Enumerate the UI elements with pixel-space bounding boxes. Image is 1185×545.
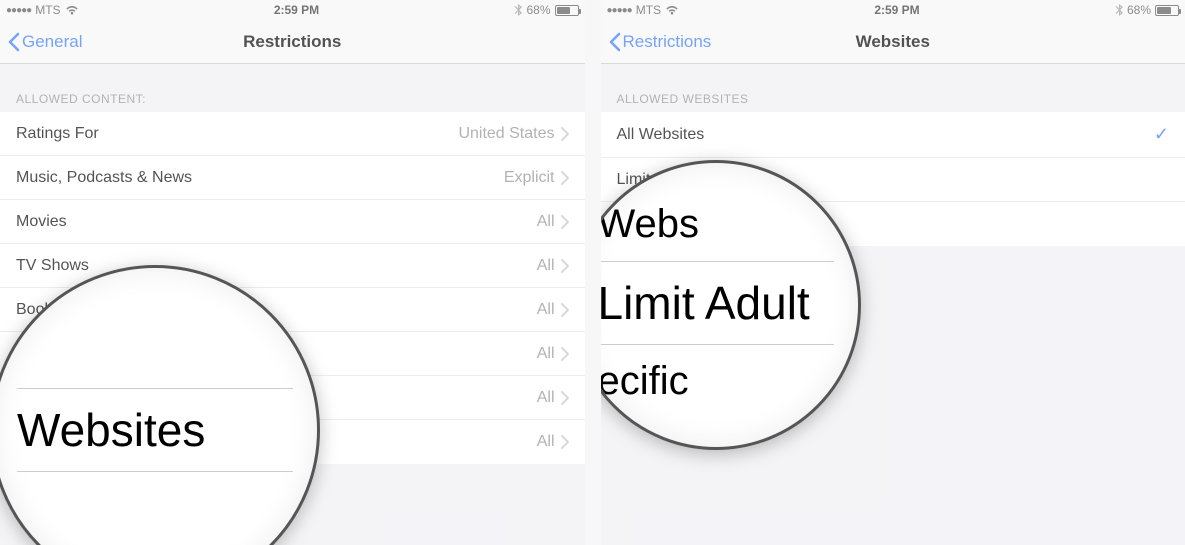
- carrier-label: MTS: [636, 3, 661, 17]
- chevron-right-icon: [561, 435, 569, 449]
- chevron-left-icon: [609, 32, 621, 52]
- battery-percent: 68%: [1127, 3, 1151, 17]
- row-value: United States: [458, 125, 554, 143]
- battery-fill: [557, 7, 571, 14]
- row-value: All: [537, 433, 555, 451]
- section-header: ALLOWED CONTENT:: [0, 64, 585, 112]
- lens-text: Websites: [17, 403, 293, 457]
- signal-dots-icon: ●●●●●: [6, 5, 31, 16]
- row-movies[interactable]: Movies All: [0, 200, 585, 244]
- chevron-left-icon: [8, 32, 20, 52]
- row-value: All: [537, 389, 555, 407]
- row-value: All: [537, 213, 555, 231]
- lens-text: Limit Adult: [601, 276, 834, 330]
- checkmark-icon: ✓: [1154, 124, 1169, 145]
- nav-bar: General Restrictions: [0, 20, 585, 64]
- websites-panel: ●●●●● MTS 2:59 PM 68% Restrictions Websi…: [601, 0, 1185, 545]
- row-value: All: [537, 257, 555, 275]
- nav-title: Restrictions: [243, 32, 341, 52]
- row-label: All Websites: [617, 126, 705, 144]
- status-bar: ●●●●● MTS 2:59 PM 68%: [0, 0, 585, 20]
- battery-icon: [555, 5, 579, 16]
- battery-percent: 68%: [526, 3, 550, 17]
- chevron-right-icon: [561, 127, 569, 141]
- back-label: Restrictions: [623, 32, 712, 52]
- nav-title: Websites: [856, 32, 930, 52]
- bluetooth-icon: [1115, 4, 1123, 16]
- section-header: ALLOWED WEBSITES: [601, 64, 1185, 112]
- restrictions-panel: ●●●●● MTS 2:59 PM 68% General Restrictio…: [0, 0, 585, 545]
- bluetooth-icon: [514, 4, 522, 16]
- status-bar: ●●●●● MTS 2:59 PM 68%: [601, 0, 1185, 20]
- row-music-podcasts-news[interactable]: Music, Podcasts & News Explicit: [0, 156, 585, 200]
- chevron-right-icon: [561, 347, 569, 361]
- row-value: All: [537, 345, 555, 363]
- row-value: Explicit: [504, 169, 555, 187]
- wifi-icon: [65, 5, 79, 15]
- row-label: Music, Podcasts & News: [16, 169, 192, 187]
- nav-bar: Restrictions Websites: [601, 20, 1185, 64]
- row-label: TV Shows: [16, 257, 89, 275]
- status-time: 2:59 PM: [274, 3, 319, 17]
- chevron-right-icon: [561, 171, 569, 185]
- chevron-right-icon: [561, 391, 569, 405]
- lens-text-bottom: ecific: [601, 359, 834, 404]
- carrier-label: MTS: [35, 3, 60, 17]
- signal-dots-icon: ●●●●●: [607, 5, 632, 16]
- wifi-icon: [665, 5, 679, 15]
- row-ratings-for[interactable]: Ratings For United States: [0, 112, 585, 156]
- battery-icon: [1155, 5, 1179, 16]
- chevron-right-icon: [561, 303, 569, 317]
- back-button[interactable]: General: [8, 32, 82, 52]
- back-label: General: [22, 32, 82, 52]
- row-value: All: [537, 301, 555, 319]
- chevron-right-icon: [561, 215, 569, 229]
- lens-text-top: Webs: [601, 202, 834, 247]
- status-time: 2:59 PM: [874, 3, 919, 17]
- back-button[interactable]: Restrictions: [609, 32, 712, 52]
- battery-fill: [1157, 7, 1171, 14]
- row-label: Movies: [16, 213, 67, 231]
- chevron-right-icon: [561, 259, 569, 273]
- row-label: Ratings For: [16, 125, 99, 143]
- row-all-websites[interactable]: All Websites ✓: [601, 112, 1185, 158]
